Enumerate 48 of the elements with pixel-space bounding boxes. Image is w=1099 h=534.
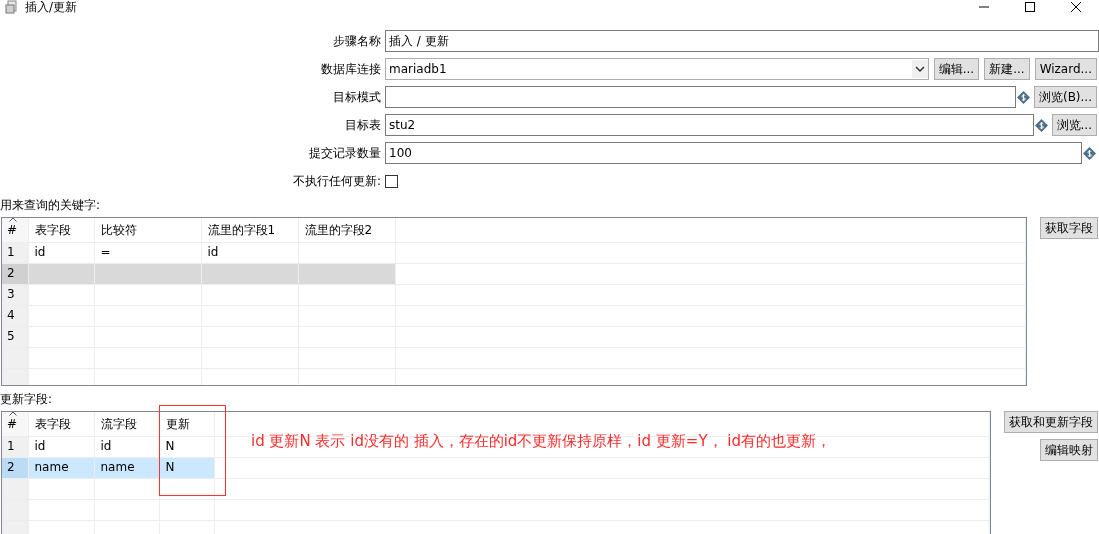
column-header[interactable]: 比较符 (94, 218, 201, 242)
section-label: 更新字段: (0, 392, 54, 408)
field-label: 不执行任何更新: (291, 173, 382, 189)
row-number: 4 (2, 305, 28, 326)
action-button[interactable]: 获取和更新字段 (1004, 411, 1098, 433)
column-header[interactable]: 流里的字段2 (298, 218, 395, 242)
browse-button[interactable]: 浏览... (1051, 114, 1097, 136)
table-cell: N (159, 436, 214, 457)
table-cell: id (28, 242, 94, 263)
column-header[interactable]: 表字段 (28, 218, 94, 242)
field-label: 步骤名称 (332, 33, 382, 49)
column-header[interactable]: 表字段 (28, 412, 94, 436)
checkbox[interactable] (385, 174, 398, 188)
table-cell: id (94, 436, 159, 457)
field-label: 目标表 (344, 117, 382, 133)
text-field[interactable]: 插入 / 更新 (385, 30, 1099, 52)
app-icon (5, 0, 19, 14)
browse-button[interactable]: Wizard... (1034, 58, 1097, 80)
section-label: 用来查询的关键字: (0, 198, 102, 214)
window-title: 插入/更新 (25, 0, 78, 15)
action-button[interactable]: 获取字段 (1040, 217, 1098, 239)
annotation-text: id 更新N 表示 id没有的 插入，存在的id不更新保持原样，id 更新=Y， id有的也更新， (251, 432, 831, 450)
chevron-down-icon (911, 60, 928, 78)
caret-icon (9, 410, 17, 416)
row-number: 1 (2, 242, 28, 263)
field-label: 提交记录数量 (308, 145, 382, 161)
row-number: 1 (2, 436, 28, 457)
browse-button[interactable]: 编辑... (933, 58, 980, 80)
field-label: 数据库连接 (320, 61, 382, 77)
table-cell: id (28, 436, 94, 457)
row-number: 2 (2, 457, 28, 478)
table-cell: = (94, 242, 201, 263)
column-header[interactable]: 更新 (159, 412, 214, 436)
row-number: 2 (2, 263, 28, 284)
table-cell: id (201, 242, 298, 263)
text-field[interactable]: 100 (385, 142, 1082, 164)
column-header[interactable]: 流里的字段1 (201, 218, 298, 242)
column-header[interactable]: 流字段 (94, 412, 159, 436)
row-number: 5 (2, 326, 28, 347)
text-field[interactable]: stu2 (385, 114, 1034, 136)
browse-button[interactable]: 浏览(B)... (1033, 86, 1097, 108)
text-field[interactable] (385, 86, 1016, 108)
row-number: 3 (2, 284, 28, 305)
browse-button[interactable]: 新建... (984, 58, 1030, 80)
field-label: 目标模式 (332, 89, 382, 105)
caret-icon (9, 218, 17, 222)
dropdown-field[interactable]: mariadb1 (385, 58, 929, 80)
action-button[interactable]: 编辑映射 (1040, 439, 1098, 461)
